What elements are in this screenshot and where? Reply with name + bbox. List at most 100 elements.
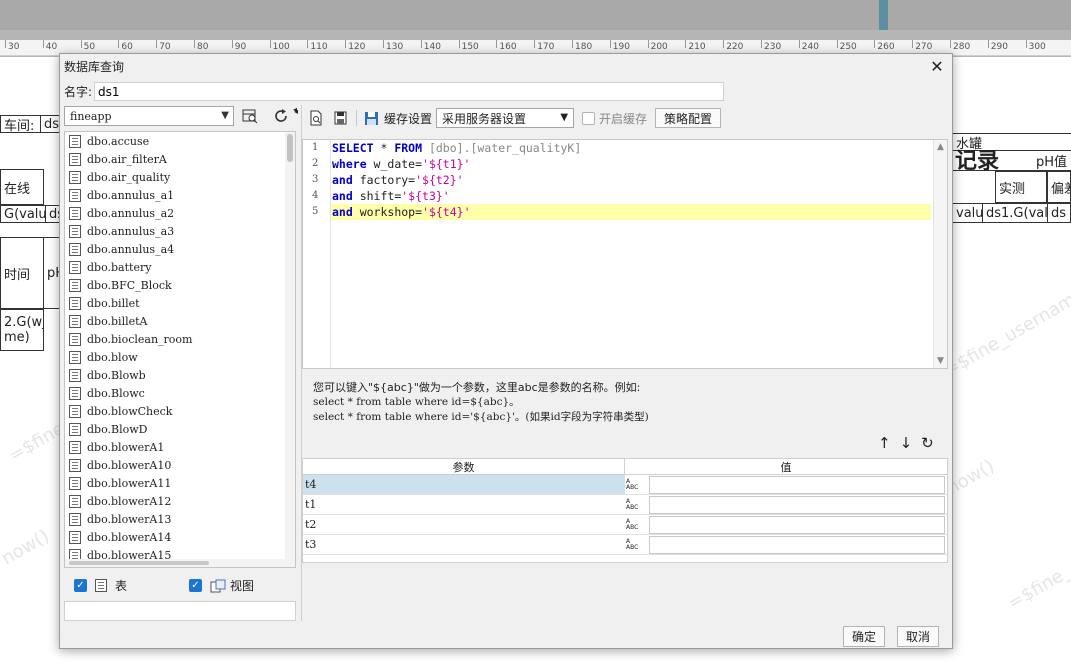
hint-example: select * from table where id=${abc}。	[313, 396, 520, 408]
app-top-bar	[0, 0, 1071, 30]
type-selector-icon[interactable]: A ABC	[625, 495, 649, 514]
table-name: dbo.air_filterA	[87, 152, 167, 166]
save-sql-button[interactable]	[330, 108, 350, 128]
type-selector-icon[interactable]: A ABC	[625, 535, 649, 554]
table-list-item[interactable]: dbo.billetA	[65, 312, 295, 330]
collapse-handle[interactable]: ◂	[294, 107, 298, 116]
sheet-cell: 时间	[0, 237, 44, 309]
table-list-item[interactable]: dbo.air_quality	[65, 168, 295, 186]
refresh-button[interactable]	[271, 106, 291, 126]
close-icon[interactable]: ✕	[928, 57, 946, 76]
table-name: dbo.Blowb	[87, 368, 146, 382]
enable-cache-checkbox[interactable]	[582, 111, 596, 125]
name-input[interactable]	[94, 82, 725, 101]
type-selector-icon[interactable]: A ABC	[625, 475, 649, 494]
table-checkbox-label: 表	[115, 579, 128, 593]
chevron-down-icon[interactable]: ▼	[937, 356, 944, 366]
sql-code[interactable]: SELECT * FROM [dbo].[water_qualityK] whe…	[331, 140, 931, 220]
parameter-row[interactable]: t2 A ABC	[303, 515, 947, 535]
table-icon	[69, 224, 81, 238]
show-tables-option[interactable]: ✓ 表	[74, 577, 127, 594]
table-list-item[interactable]: dbo.battery	[65, 258, 295, 276]
ruler-tick: 200	[647, 40, 668, 52]
parameter-row[interactable]: t4 A ABC	[303, 475, 947, 495]
table-list-item[interactable]: dbo.bioclean_room	[65, 330, 295, 348]
ruler-tick: 290	[987, 40, 1008, 52]
table-search-icon	[242, 109, 258, 124]
preview-table-button[interactable]	[240, 106, 260, 126]
sheet-cell: G(valu	[0, 205, 46, 223]
chevron-up-icon[interactable]: ▲	[937, 142, 944, 152]
ruler-tick: 130	[382, 40, 404, 52]
table-list-item[interactable]: dbo.blowerA13	[65, 510, 295, 528]
strategy-config-button[interactable]: 策略配置	[655, 108, 722, 128]
ruler-tick: 50	[80, 40, 96, 52]
table-list-item[interactable]: dbo.blowerA10	[65, 456, 295, 474]
table-name: dbo.blowerA13	[87, 512, 172, 526]
parameter-value-input[interactable]	[649, 515, 945, 534]
table-list-item[interactable]: dbo.Blowc	[65, 384, 295, 402]
table-list-item[interactable]: dbo.blowCheck	[65, 402, 295, 420]
table-icon	[69, 494, 81, 508]
datasource-select[interactable]: fineapp ▼	[64, 106, 234, 126]
toolbar-divider	[356, 110, 357, 126]
table-list-item[interactable]: dbo.blowerA11	[65, 474, 295, 492]
arrow-up-icon[interactable]: ↑	[878, 434, 891, 452]
table-list-item[interactable]: dbo.blowerA12	[65, 492, 295, 510]
cache-icon-button[interactable]	[361, 108, 381, 128]
name-label: 名字:	[64, 85, 93, 99]
preview-button[interactable]	[306, 108, 326, 128]
ruler-tick: 90	[231, 40, 247, 52]
table-icon	[69, 134, 81, 148]
arrow-down-icon[interactable]: ↓	[900, 434, 913, 452]
name-row: 名字:	[64, 82, 725, 101]
parameter-value-input[interactable]	[649, 475, 945, 494]
parameter-value-input[interactable]	[649, 495, 945, 514]
table-icon	[69, 458, 81, 472]
scrollbar[interactable]	[285, 132, 295, 567]
table-list-item[interactable]: dbo.Blowb	[65, 366, 295, 384]
cancel-button[interactable]: 取消	[897, 626, 940, 647]
table-list-item[interactable]: dbo.annulus_a4	[65, 240, 295, 258]
table-list-item[interactable]: dbo.billet	[65, 294, 295, 312]
dialog-title: 数据库查询	[64, 59, 125, 74]
ok-button[interactable]: 确定	[843, 626, 886, 647]
table-checkbox[interactable]: ✓	[74, 579, 87, 592]
table-list-item[interactable]: dbo.air_filterA	[65, 150, 295, 168]
table-icon	[69, 530, 81, 544]
refresh-params-icon[interactable]: ↻	[921, 434, 934, 452]
sql-editor[interactable]: 1 2 3 4 5 SELECT * FROM [dbo].[water_qua…	[302, 139, 948, 369]
table-icon	[69, 170, 81, 184]
ruler-tick: 300	[1025, 40, 1046, 52]
parameter-value-input[interactable]	[649, 535, 945, 554]
table-list-item[interactable]: dbo.BlowD	[65, 420, 295, 438]
cache-setting-select[interactable]: 采用服务器设置 ▼	[436, 108, 575, 128]
database-icon	[334, 111, 346, 125]
table-list-item[interactable]: dbo.blowerA1	[65, 438, 295, 456]
scrollbar[interactable]: ▲ ▼	[933, 140, 947, 368]
type-selector-icon[interactable]: A ABC	[625, 515, 649, 534]
table-list-item[interactable]: dbo.annulus_a2	[65, 204, 295, 222]
parameter-row[interactable]: t3 A ABC	[303, 535, 947, 555]
table-list-item[interactable]: dbo.annulus_a3	[65, 222, 295, 240]
table-icon	[69, 404, 81, 418]
table-name: dbo.billet	[87, 296, 140, 310]
table-list-item[interactable]: dbo.blowerA14	[65, 528, 295, 546]
ruler-tick: 190	[609, 40, 630, 52]
scrollbar[interactable]	[65, 559, 295, 567]
table-list-item[interactable]: dbo.blow	[65, 348, 295, 366]
watermark: =$fine_username	[940, 283, 1071, 382]
table-icon	[69, 278, 81, 292]
table-filter-input[interactable]	[64, 601, 296, 621]
view-checkbox[interactable]: ✓	[189, 579, 202, 592]
table-list-item[interactable]: dbo.BFC_Block	[65, 276, 295, 294]
table-browser-panel: fineapp ▼ ◂ dbo.accuse dbo.air_filterAdbo…	[64, 105, 297, 621]
table-list-item[interactable]: dbo.annulus_a1	[65, 186, 295, 204]
refresh-icon	[275, 109, 287, 122]
ruler-tick: 240	[798, 40, 819, 52]
dialog-title-bar[interactable]: 数据库查询 ✕	[60, 54, 952, 78]
hint-text: 您可以键入"${abc}"做为一个参数，这里abc是参数的名称。例如:	[313, 381, 641, 394]
table-list-item[interactable]: dbo.accuse	[65, 132, 295, 150]
show-views-option[interactable]: ✓ 视图	[189, 577, 254, 594]
parameter-row[interactable]: t1 A ABC	[303, 495, 947, 515]
